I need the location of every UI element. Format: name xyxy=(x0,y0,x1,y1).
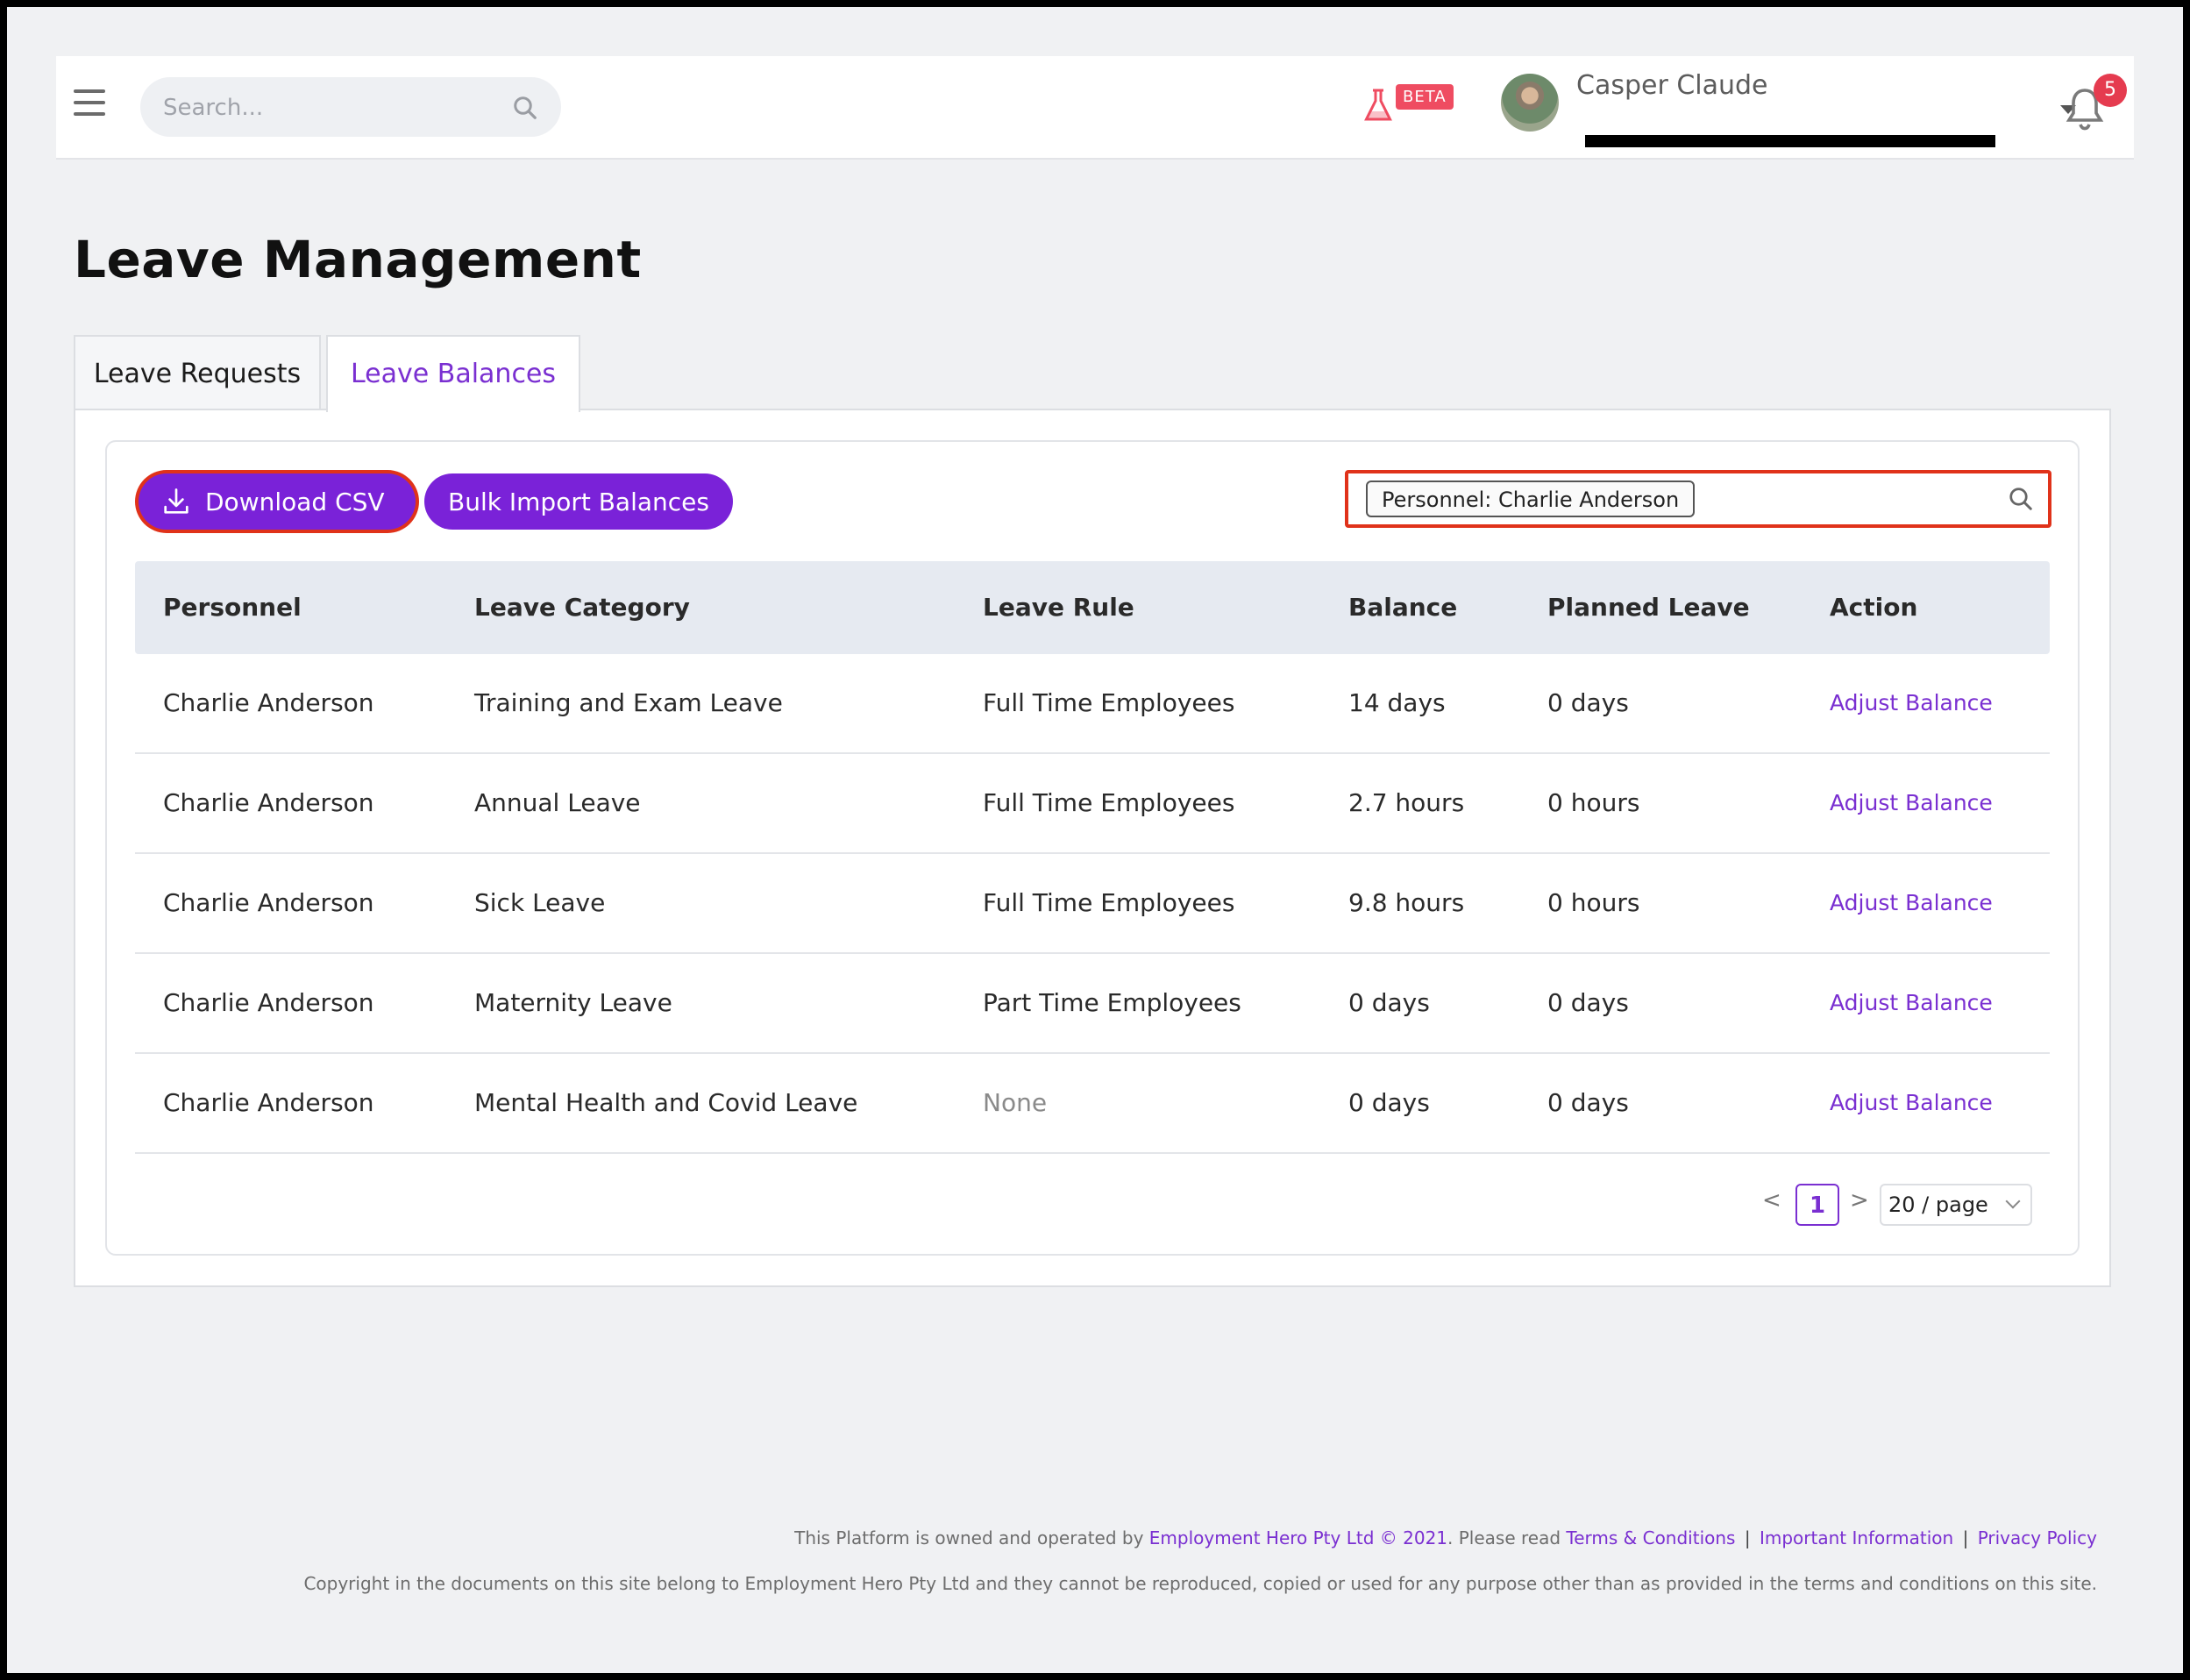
leave-balances-table: Personnel Leave Category Leave Rule Bala… xyxy=(135,561,2050,1154)
balances-card: Download CSV Bulk Import Balances Person… xyxy=(105,440,2080,1256)
column-header-planned-leave: Planned Leave xyxy=(1547,593,1750,622)
table-header: Personnel Leave Category Leave Rule Bala… xyxy=(135,561,2050,654)
page-1-button[interactable]: 1 xyxy=(1795,1184,1839,1226)
cell-personnel: Charlie Anderson xyxy=(163,1088,374,1117)
footer-mid: . Please read xyxy=(1447,1527,1567,1548)
table-row: Charlie Anderson Annual Leave Full Time … xyxy=(135,754,2050,854)
beta-badge: BETA xyxy=(1396,84,1454,110)
cell-personnel: Charlie Anderson xyxy=(163,888,374,917)
filter-tag[interactable]: Personnel: Charlie Anderson xyxy=(1366,481,1696,517)
beta-indicator[interactable]: BETA xyxy=(1362,82,1454,126)
terms-link[interactable]: Terms & Conditions xyxy=(1566,1527,1735,1548)
column-header-leave-rule: Leave Rule xyxy=(983,593,1134,622)
search-input[interactable] xyxy=(161,77,498,139)
download-csv-label: Download CSV xyxy=(205,488,385,516)
user-email xyxy=(1576,110,1997,137)
cell-planned-leave: 0 hours xyxy=(1547,888,1640,917)
download-csv-button[interactable]: Download CSV xyxy=(139,473,416,530)
column-header-leave-category: Leave Category xyxy=(474,593,690,622)
top-bar: BETA Casper Claude 5 xyxy=(56,56,2134,160)
cell-balance: 9.8 hours xyxy=(1348,888,1465,917)
notification-count-badge: 5 xyxy=(2094,74,2127,107)
download-icon xyxy=(164,488,188,514)
cell-balance: 0 days xyxy=(1348,1088,1430,1117)
column-header-action: Action xyxy=(1830,593,1918,622)
table-row: Charlie Anderson Sick Leave Full Time Em… xyxy=(135,854,2050,954)
cell-leave-category: Annual Leave xyxy=(474,788,641,817)
search-icon[interactable] xyxy=(2008,486,2034,512)
avatar xyxy=(1501,74,1559,132)
footer-legal: This Platform is owned and operated by E… xyxy=(794,1527,2097,1548)
footer-separator: | xyxy=(1962,1527,1969,1548)
table-row: Charlie Anderson Mental Health and Covid… xyxy=(135,1054,2050,1154)
privacy-policy-link[interactable]: Privacy Policy xyxy=(1978,1527,2097,1548)
adjust-balance-link[interactable]: Adjust Balance xyxy=(1830,1054,1993,1152)
tab-panel: Download CSV Bulk Import Balances Person… xyxy=(74,409,2111,1287)
next-page-button[interactable]: > xyxy=(1850,1187,1869,1214)
cell-personnel: Charlie Anderson xyxy=(163,688,374,717)
cell-personnel: Charlie Anderson xyxy=(163,988,374,1017)
user-name: Casper Claude xyxy=(1576,70,1768,101)
cell-leave-rule: Part Time Employees xyxy=(983,988,1241,1017)
cell-planned-leave: 0 hours xyxy=(1547,788,1640,817)
menu-icon[interactable] xyxy=(74,89,105,117)
cell-leave-category: Sick Leave xyxy=(474,888,606,917)
cell-planned-leave: 0 days xyxy=(1547,988,1629,1017)
notifications-button[interactable]: 5 xyxy=(2064,74,2127,135)
page-size-value: 20 / page xyxy=(1888,1192,1988,1217)
adjust-balance-link[interactable]: Adjust Balance xyxy=(1830,654,1993,752)
redaction-bar xyxy=(1585,135,1995,147)
tab-leave-requests[interactable]: Leave Requests xyxy=(74,335,321,410)
cell-leave-category: Training and Exam Leave xyxy=(474,688,783,717)
chevron-down-icon xyxy=(2005,1193,2021,1209)
table-row: Charlie Anderson Maternity Leave Part Ti… xyxy=(135,954,2050,1054)
column-header-balance: Balance xyxy=(1348,593,1458,622)
page-size-select[interactable]: 20 / page xyxy=(1880,1184,2032,1226)
table-row: Charlie Anderson Training and Exam Leave… xyxy=(135,654,2050,754)
page-title: Leave Management xyxy=(74,230,642,289)
pagination: < 1 > 20 / page xyxy=(1762,1184,2078,1228)
footer-prefix: This Platform is owned and operated by xyxy=(794,1527,1149,1548)
cell-leave-rule: Full Time Employees xyxy=(983,688,1235,717)
personnel-filter-input[interactable]: Personnel: Charlie Anderson xyxy=(1345,470,2051,528)
cell-personnel: Charlie Anderson xyxy=(163,788,374,817)
cell-balance: 2.7 hours xyxy=(1348,788,1465,817)
tab-leave-balances[interactable]: Leave Balances xyxy=(326,335,580,412)
cell-balance: 0 days xyxy=(1348,988,1430,1017)
app-frame: BETA Casper Claude 5 Leave Management Le… xyxy=(7,7,2183,1673)
user-menu[interactable]: Casper Claude xyxy=(1501,70,2106,147)
adjust-balance-link[interactable]: Adjust Balance xyxy=(1830,954,1993,1052)
adjust-balance-link[interactable]: Adjust Balance xyxy=(1830,754,1993,852)
cell-leave-category: Maternity Leave xyxy=(474,988,672,1017)
footer-separator: | xyxy=(1744,1527,1751,1548)
cell-leave-rule: Full Time Employees xyxy=(983,788,1235,817)
footer-copyright: Copyright in the documents on this site … xyxy=(303,1573,2097,1594)
column-header-personnel: Personnel xyxy=(163,593,302,622)
adjust-balance-link[interactable]: Adjust Balance xyxy=(1830,854,1993,952)
cell-leave-category: Mental Health and Covid Leave xyxy=(474,1088,858,1117)
flask-icon xyxy=(1364,89,1392,121)
company-link[interactable]: Employment Hero Pty Ltd © 2021 xyxy=(1149,1527,1447,1548)
cell-planned-leave: 0 days xyxy=(1547,1088,1629,1117)
cell-balance: 14 days xyxy=(1348,688,1446,717)
bulk-import-balances-button[interactable]: Bulk Import Balances xyxy=(424,473,733,530)
cell-leave-rule: None xyxy=(983,1088,1048,1117)
important-information-link[interactable]: Important Information xyxy=(1760,1527,1953,1548)
previous-page-button[interactable]: < xyxy=(1762,1187,1781,1214)
cell-leave-rule: Full Time Employees xyxy=(983,888,1235,917)
global-search xyxy=(140,77,561,139)
search-icon[interactable] xyxy=(512,95,538,121)
cell-planned-leave: 0 days xyxy=(1547,688,1629,717)
